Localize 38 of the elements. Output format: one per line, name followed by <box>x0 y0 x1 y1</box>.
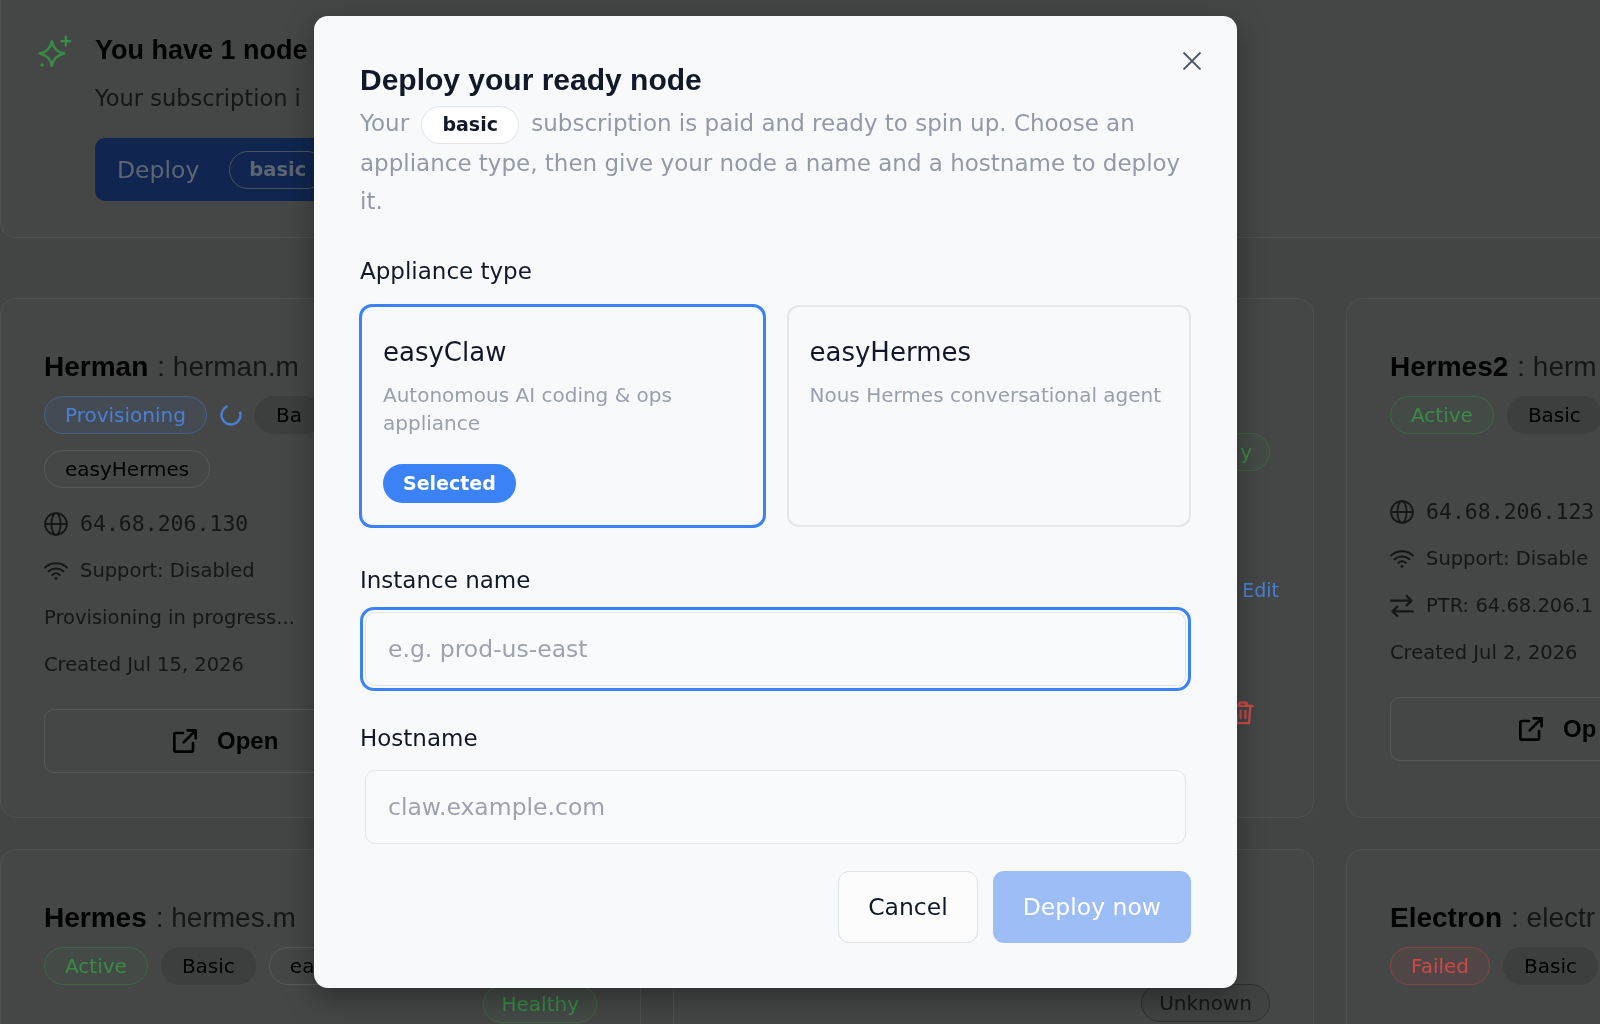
plan-badge: basic <box>421 105 519 144</box>
open-button[interactable]: Op <box>1390 697 1600 761</box>
globe-icon <box>1390 500 1414 524</box>
appliance-option[interactable]: easyHermes Nous Hermes conversational agent <box>786 304 1191 527</box>
appliance-type-label: Appliance type <box>360 256 532 286</box>
status-badge: Active <box>1390 396 1494 434</box>
node-name: Herman <box>44 350 149 384</box>
node-name: Electron <box>1390 901 1503 935</box>
node-name: Hermes2 <box>1390 350 1509 384</box>
external-link-icon <box>173 729 197 753</box>
dialog-title: Deploy your ready node <box>360 62 702 98</box>
plan-badge: Basic <box>160 947 256 985</box>
status-badge: Provisioning <box>44 396 207 434</box>
close-icon <box>1183 52 1201 70</box>
appliance-description: Autonomous AI coding & ops appliance <box>383 381 673 437</box>
cancel-button[interactable]: Cancel <box>838 870 978 943</box>
selected-badge: Selected <box>383 463 516 503</box>
spinner-icon <box>219 404 242 426</box>
wifi-icon <box>1390 550 1414 568</box>
appliance-name: easyClaw <box>383 335 507 368</box>
globe-icon <box>44 512 68 536</box>
instance-name-field[interactable]: e.g. prod-us-east <box>360 606 1191 691</box>
node-name: Hermes <box>44 901 147 935</box>
plan-badge: Basic <box>1503 947 1598 985</box>
sparkle-icon <box>38 35 72 69</box>
status-badge: Failed <box>1390 947 1491 985</box>
plan-badge: Basic <box>1506 396 1600 434</box>
swap-arrows-icon <box>1390 594 1414 618</box>
field-label: Instance name <box>360 565 531 595</box>
status-badge: Active <box>44 947 148 985</box>
appliance-name: easyHermes <box>809 335 971 368</box>
dialog-description: Your basic subscription is paid and ready to spin up. Choose an appliance type, then give your node a name and a hostname to deploy it. <box>360 104 1191 220</box>
external-link-icon <box>1519 717 1543 741</box>
edit-link[interactable]: Edit <box>1242 578 1279 602</box>
wifi-icon <box>44 562 68 580</box>
appliance-description: Nous Hermes conversational agent <box>809 381 1162 409</box>
appliance-option[interactable]: easyClaw Autonomous AI coding & ops appliance Selected <box>360 304 765 527</box>
notice-title: You have 1 node <box>95 34 308 67</box>
